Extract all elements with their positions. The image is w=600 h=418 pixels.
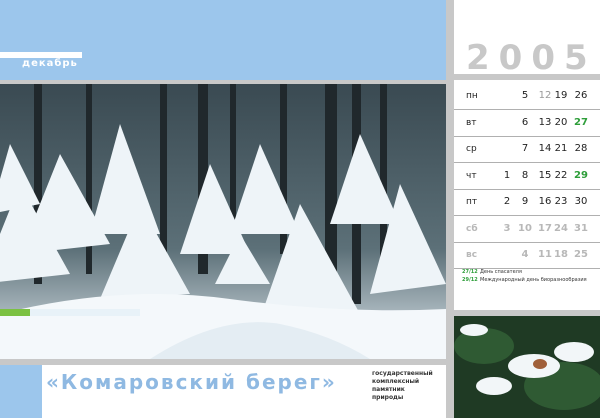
calendar-date: 30 bbox=[574, 196, 588, 207]
calendar-date: 2 bbox=[503, 196, 511, 207]
calendar-row: вс 4 11 18 25 bbox=[454, 243, 600, 269]
holidays-list: 27/12 День спасателя 29/12 Международный д… bbox=[462, 268, 587, 284]
place-title: «Комаровский берег» bbox=[46, 370, 337, 394]
calendar-date: 23 bbox=[554, 196, 568, 207]
forest-photo bbox=[0, 84, 446, 359]
calendar-date: 18 bbox=[554, 249, 568, 260]
calendar-row: чт 1 8 15 22 29 bbox=[454, 164, 600, 190]
calendar-date: 29 bbox=[574, 169, 588, 181]
weekday-label: чт bbox=[466, 170, 477, 181]
weekday-label: вт bbox=[466, 117, 477, 128]
calendar-date: 4 bbox=[521, 249, 529, 260]
holiday-name: День спасателя bbox=[480, 269, 522, 275]
holiday-name: Международный день биоразнообразия bbox=[480, 277, 587, 283]
holiday-item: 29/12 Международный день биоразнообразия bbox=[462, 276, 587, 284]
holiday-date: 27/12 bbox=[462, 269, 478, 275]
weekday-label: сб bbox=[466, 223, 478, 234]
subtitle-line: государственный bbox=[372, 370, 433, 377]
photo-caption-accent bbox=[0, 309, 30, 316]
holiday-date: 29/12 bbox=[462, 277, 478, 283]
calendar-date: 27 bbox=[574, 116, 588, 128]
forest-photo-image bbox=[0, 84, 446, 359]
holiday-item: 27/12 День спасателя bbox=[462, 268, 587, 276]
weekday-label: пн bbox=[466, 91, 478, 101]
month-label: декабрь bbox=[22, 58, 78, 69]
calendar-date: 7 bbox=[521, 143, 529, 154]
separator bbox=[0, 359, 446, 365]
calendar-row: вт 6 13 20 27 bbox=[454, 111, 600, 137]
year-label: 2005 bbox=[466, 38, 597, 78]
weekday-label: пт bbox=[466, 197, 478, 207]
calendar-date: 25 bbox=[574, 249, 588, 260]
subtitle-line: природы bbox=[372, 394, 404, 401]
calendar-date: 3 bbox=[503, 222, 511, 234]
title-accent-block bbox=[0, 365, 42, 418]
weekday-label: вс bbox=[466, 250, 478, 260]
subtitle-line: памятник bbox=[372, 386, 405, 393]
calendar-date: 6 bbox=[521, 116, 529, 128]
calendar-date: 31 bbox=[574, 222, 588, 234]
calendar-date: 26 bbox=[574, 90, 588, 101]
calendar-row: пт 2 9 16 23 30 bbox=[454, 190, 600, 216]
calendar-row: сб 3 10 17 24 31 bbox=[454, 217, 600, 243]
separator bbox=[446, 0, 454, 418]
calendar-date: 1 bbox=[503, 169, 511, 181]
separator bbox=[0, 80, 446, 84]
separator bbox=[454, 74, 600, 80]
calendar-date: 8 bbox=[521, 169, 529, 181]
calendar-date: 10 bbox=[518, 222, 532, 234]
calendar-date: 21 bbox=[554, 143, 568, 154]
calendar-date: 28 bbox=[574, 143, 588, 154]
calendar-date: 20 bbox=[554, 116, 568, 128]
weekday-label: ср bbox=[466, 144, 477, 154]
calendar-row: пн 5 12 19 26 bbox=[454, 84, 600, 110]
calendar-date: 9 bbox=[521, 196, 529, 207]
pine-branch-image bbox=[454, 316, 600, 418]
place-subtitle: государственный комплексный памятник при… bbox=[372, 370, 442, 402]
calendar-date: 22 bbox=[554, 169, 568, 181]
calendar-date: 19 bbox=[554, 90, 568, 101]
calendar-date: 24 bbox=[554, 222, 568, 234]
calendar-date: 5 bbox=[521, 90, 529, 101]
pine-branch-photo bbox=[454, 316, 600, 418]
calendar-row: ср 7 14 21 28 bbox=[454, 137, 600, 163]
subtitle-line: комплексный bbox=[372, 378, 420, 385]
